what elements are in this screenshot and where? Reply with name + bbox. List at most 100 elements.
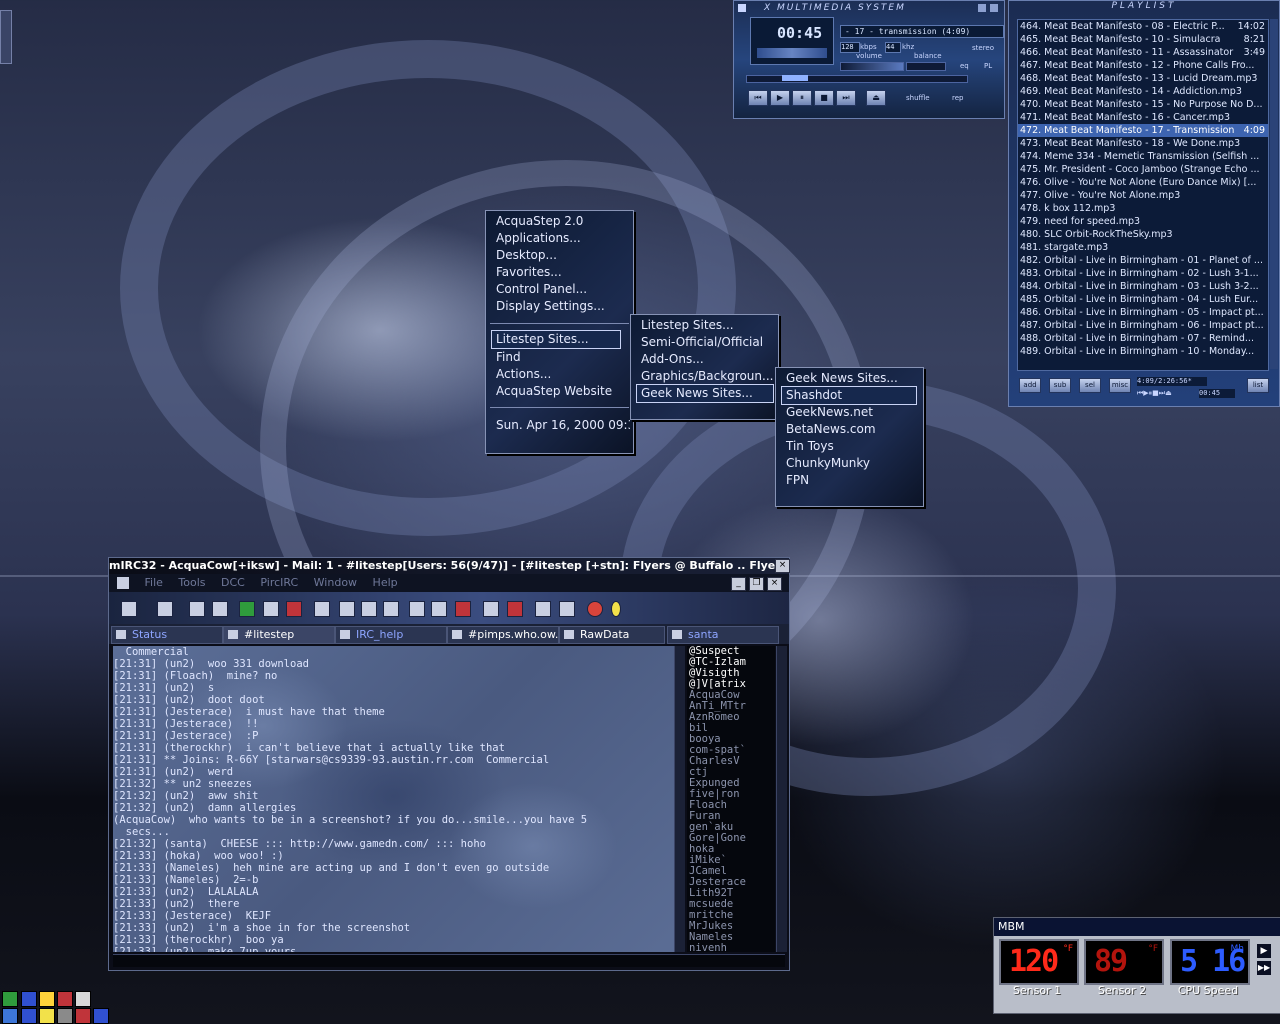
playlist-row[interactable]: 465. Meat Beat Manifesto - 10 - Simulacr… xyxy=(1018,33,1268,46)
nick-user[interactable]: nivenh xyxy=(687,943,775,953)
mbm-fast-forward-icon[interactable]: ▶▶ xyxy=(1257,961,1271,975)
playlist-row[interactable]: 475. Mr. President - Coco Jamboo (Strang… xyxy=(1018,163,1268,176)
menu-item-graphics[interactable]: Graphics/Backgroun... xyxy=(641,368,773,385)
playlist-row[interactable]: 472. Meat Beat Manifesto - 17 - Transmis… xyxy=(1018,124,1268,137)
log-icon[interactable] xyxy=(431,601,447,617)
playlist-row[interactable]: 482. Orbital - Live in Birmingham - 01 -… xyxy=(1018,254,1268,267)
help-icon[interactable] xyxy=(587,601,603,617)
playlist-row[interactable]: 474. Meme 334 - Memetic Transmission (Se… xyxy=(1018,150,1268,163)
playlist-row[interactable]: 477. Olive - You're Not Alone.mp3 xyxy=(1018,189,1268,202)
menu-item-control-panel[interactable]: Control Panel... xyxy=(496,281,587,298)
playlist-row[interactable]: 469. Meat Beat Manifesto - 14 - Addictio… xyxy=(1018,85,1268,98)
notify-icon[interactable] xyxy=(383,601,399,617)
menu-tools[interactable]: Tools xyxy=(178,576,205,589)
seek-knob[interactable] xyxy=(782,75,808,81)
url-catcher-icon[interactable] xyxy=(409,601,425,617)
playlist-row[interactable]: 479. need for speed.mp3 xyxy=(1018,215,1268,228)
playlist-row[interactable]: 486. Orbital - Live in Birmingham - 05 -… xyxy=(1018,306,1268,319)
tab-santa[interactable]: santa xyxy=(667,626,779,644)
playlist-row[interactable]: 483. Orbital - Live in Birmingham - 02 -… xyxy=(1018,267,1268,280)
playlist-row[interactable]: 487. Orbital - Live in Birmingham - 06 -… xyxy=(1018,319,1268,332)
player-menu-icon[interactable] xyxy=(738,4,746,12)
mdi-minimize-button[interactable]: _ xyxy=(731,577,746,591)
chat-scrollbar[interactable] xyxy=(674,646,685,952)
playlist-row[interactable]: 484. Orbital - Live in Birmingham - 03 -… xyxy=(1018,280,1268,293)
options-icon[interactable] xyxy=(157,601,173,617)
menu-item-tin-toys[interactable]: Tin Toys xyxy=(786,438,834,455)
menu-item-applications[interactable]: Applications... xyxy=(496,230,581,247)
tab-rawdata[interactable]: RawData xyxy=(559,626,665,644)
channels-icon[interactable] xyxy=(189,601,205,617)
volume-slider[interactable] xyxy=(840,62,904,71)
menu-item-add-ons[interactable]: Add-Ons... xyxy=(641,351,704,368)
cascade-icon[interactable] xyxy=(535,601,551,617)
playlist-row[interactable]: 488. Orbital - Live in Birmingham - 07 -… xyxy=(1018,332,1268,345)
connect-icon[interactable] xyxy=(121,601,137,617)
playlist-sel-button[interactable]: sel xyxy=(1079,378,1101,393)
menu-item-geek-news-sites[interactable]: Geek News Sites... xyxy=(636,384,774,403)
menu-item-favorites[interactable]: Favorites... xyxy=(496,264,562,281)
menu-item-geeknews[interactable]: GeekNews.net xyxy=(786,404,873,421)
eject-button[interactable]: ⏏ xyxy=(866,90,886,106)
dcc-send-icon[interactable] xyxy=(314,601,330,617)
playlist-row[interactable]: 478. k box 112.mp3 xyxy=(1018,202,1268,215)
menu-item-actions[interactable]: Actions... xyxy=(496,366,551,383)
tab-status[interactable]: Status xyxy=(111,626,223,644)
tools-icon[interactable] xyxy=(57,1008,73,1024)
shell-icon[interactable] xyxy=(75,991,91,1007)
mdi-restore-button[interactable]: ❐ xyxy=(749,577,764,591)
playlist-scrollbar[interactable] xyxy=(1270,19,1278,369)
menu-item-display-settings[interactable]: Display Settings... xyxy=(496,298,605,315)
mirc-titlebar[interactable]: mIRC32 - AcquaCow[+iksw] - Mail: 1 - #li… xyxy=(109,558,789,574)
network-icon[interactable] xyxy=(2,991,18,1007)
lightbulb-icon[interactable] xyxy=(611,601,621,617)
ban-icon[interactable] xyxy=(507,601,523,617)
mdi-close-button[interactable]: × xyxy=(767,577,782,591)
address-book-icon[interactable] xyxy=(263,601,279,617)
playlist-row[interactable]: 473. Meat Beat Manifesto - 18 - We Done.… xyxy=(1018,137,1268,150)
timer-icon[interactable] xyxy=(339,601,355,617)
menu-help[interactable]: Help xyxy=(373,576,398,589)
next-button[interactable]: ⏭ xyxy=(836,90,856,106)
playlist-row[interactable]: 466. Meat Beat Manifesto - 11 - Assassin… xyxy=(1018,46,1268,59)
mirc-close-button[interactable]: × xyxy=(775,559,790,573)
scripts-icon[interactable] xyxy=(239,601,255,617)
play-button[interactable]: ▶ xyxy=(770,90,790,106)
player-close-button[interactable] xyxy=(990,4,998,12)
menu-window[interactable]: Window xyxy=(314,576,357,589)
menu-item-chunkymunky[interactable]: ChunkyMunky xyxy=(786,455,870,472)
balance-slider[interactable] xyxy=(906,62,946,71)
chat-log[interactable]: Commercial [21:31] (un2) woo 331 download… xyxy=(113,646,683,952)
mirc-app-icon[interactable] xyxy=(117,577,129,589)
menu-item-geek-news-header[interactable]: Geek News Sites... xyxy=(786,370,898,387)
repeat-toggle[interactable]: rep xyxy=(952,94,963,102)
playlist-row[interactable]: 467. Meat Beat Manifesto - 12 - Phone Ca… xyxy=(1018,59,1268,72)
mail-icon[interactable] xyxy=(93,1008,109,1024)
playlist-misc-button[interactable]: misc xyxy=(1109,378,1131,393)
menu-item-fpn[interactable]: FPN xyxy=(786,472,809,489)
tab-litestep[interactable]: #litestep xyxy=(223,626,335,644)
nick-list-scrollbar[interactable] xyxy=(776,646,787,952)
seek-bar[interactable] xyxy=(746,75,968,83)
playlist-toggle[interactable]: PL xyxy=(984,62,992,70)
tab-irc-help[interactable]: IRC_help xyxy=(335,626,447,644)
flag-icon[interactable] xyxy=(75,1008,91,1024)
shuffle-toggle[interactable]: shuffle xyxy=(906,94,930,102)
menu-item-semi-official[interactable]: Semi-Official/Official xyxy=(641,334,763,351)
playlist-row[interactable]: 470. Meat Beat Manifesto - 15 - No Purpo… xyxy=(1018,98,1268,111)
playlist-sub-button[interactable]: sub xyxy=(1049,378,1071,393)
menu-item-acquastep-website[interactable]: AcquaStep Website xyxy=(496,383,612,400)
dcc-chat-icon[interactable] xyxy=(361,601,377,617)
nick-list[interactable]: @Suspect @TC-Izlam @Visigth @]V[atrix AcquaC… xyxy=(687,646,775,952)
playlist-row[interactable]: 481. stargate.mp3 xyxy=(1018,241,1268,254)
runner-icon[interactable] xyxy=(39,991,55,1007)
playlist-row[interactable]: 476. Olive - You're Not Alone (Euro Danc… xyxy=(1018,176,1268,189)
playlist-row[interactable]: 480. SLC Orbit-RockTheSky.mp3 xyxy=(1018,228,1268,241)
menu-dcc[interactable]: DCC xyxy=(221,576,245,589)
tile-icon[interactable] xyxy=(559,601,575,617)
counter-icon[interactable] xyxy=(57,991,73,1007)
menu-pircirc[interactable]: PircIRC xyxy=(260,576,298,589)
app-icon[interactable] xyxy=(21,991,37,1007)
playlist-list[interactable]: 464. Meat Beat Manifesto - 08 - Electric… xyxy=(1017,19,1269,371)
stop-button[interactable]: ■ xyxy=(814,90,834,106)
